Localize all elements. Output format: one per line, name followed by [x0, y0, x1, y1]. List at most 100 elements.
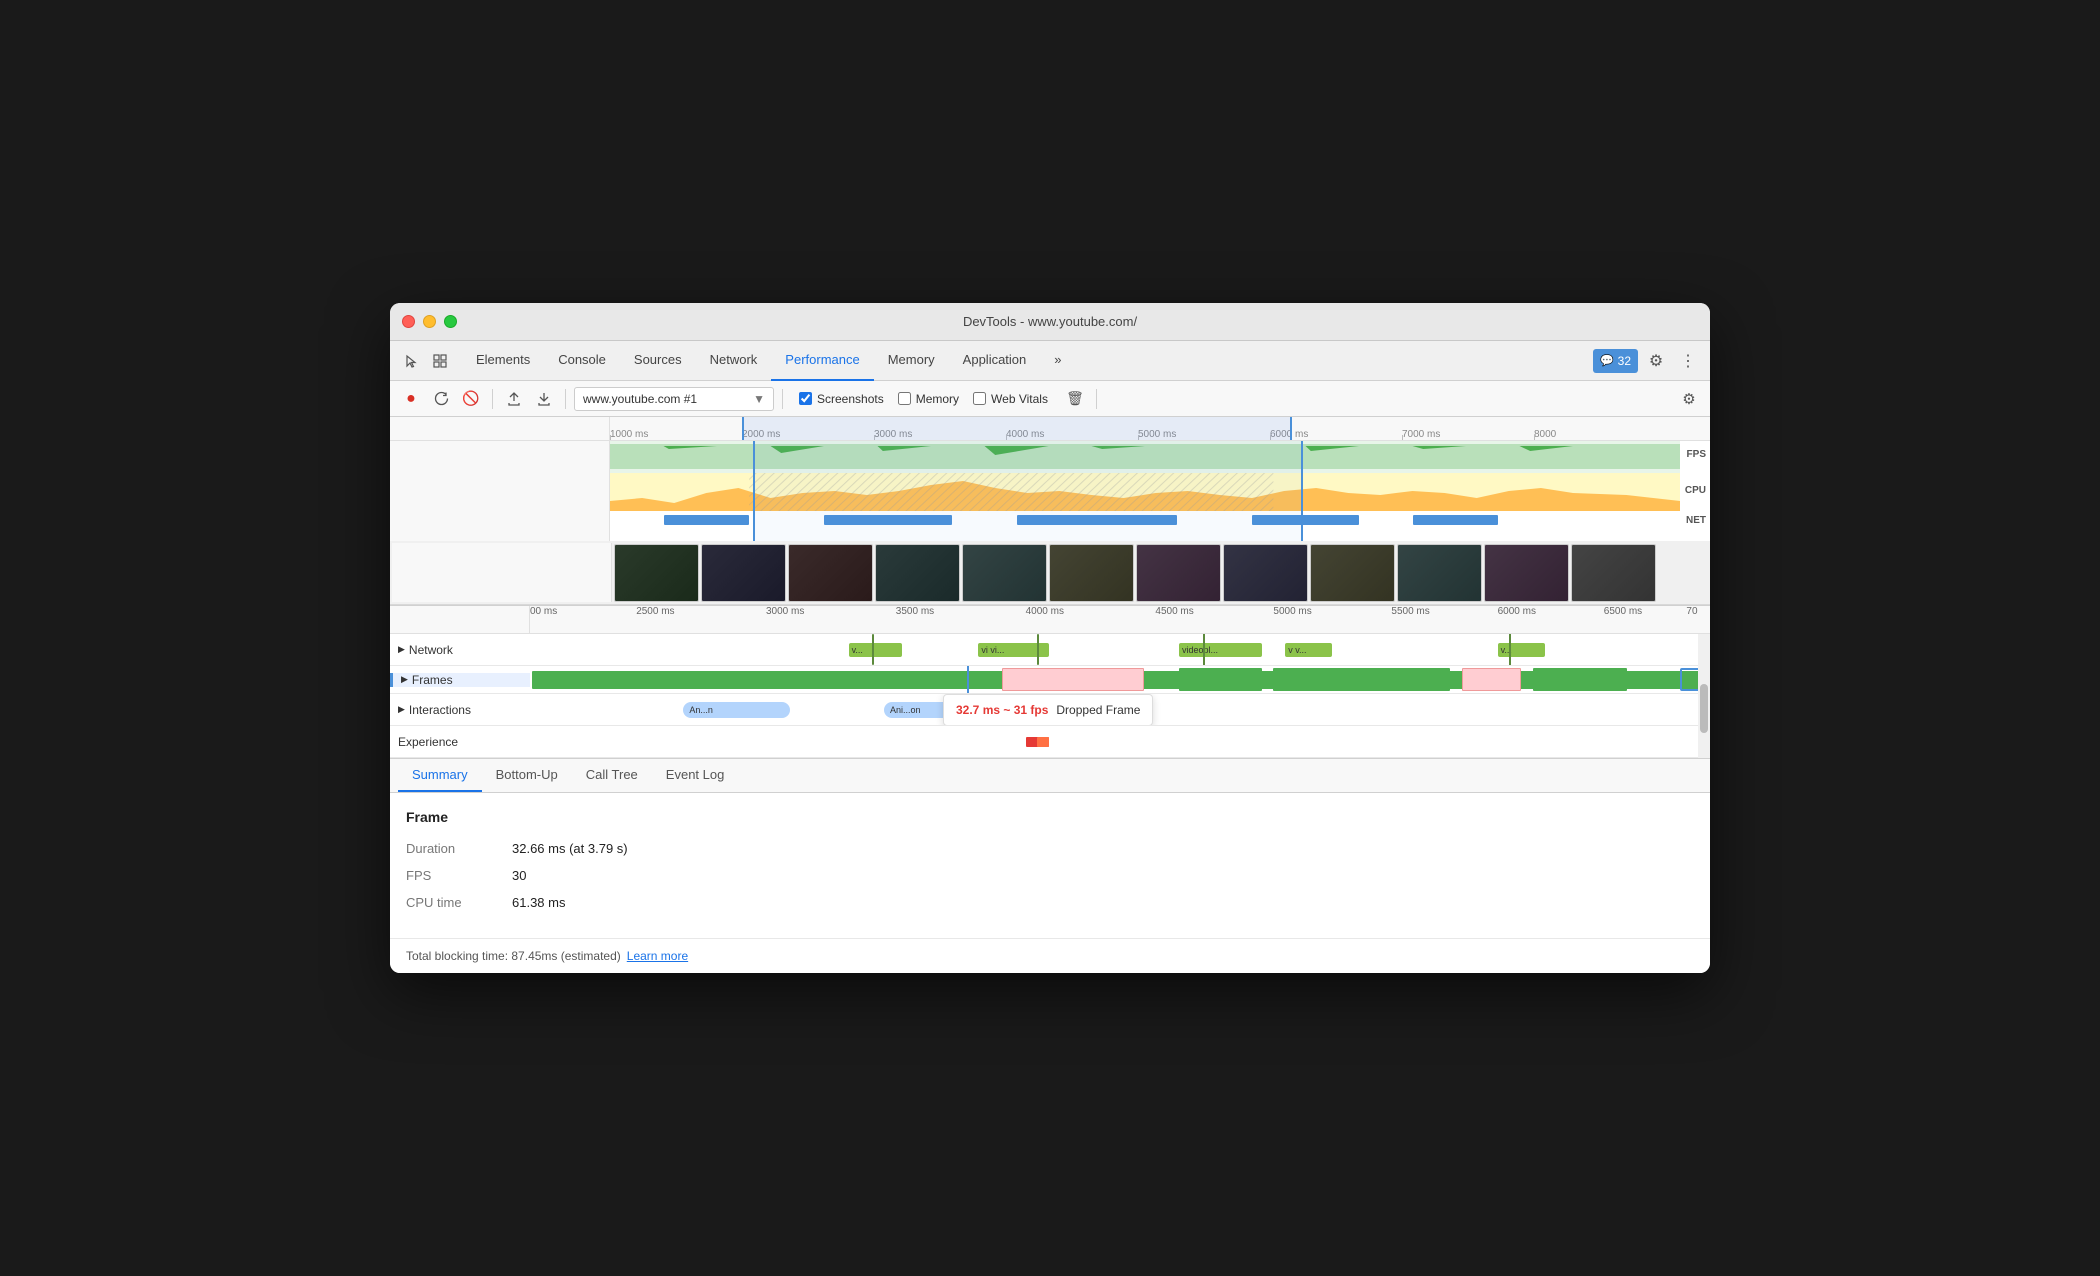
screenshot-3[interactable]	[788, 544, 873, 602]
minimize-button[interactable]	[423, 315, 436, 328]
net-event-4[interactable]: v v...	[1285, 643, 1332, 657]
d-tick-0: 00 ms	[530, 606, 557, 617]
tab-application[interactable]: Application	[949, 341, 1041, 381]
screenshot-2[interactable]	[701, 544, 786, 602]
blocking-time-text: Total blocking time: 87.45ms (estimated)	[406, 949, 621, 963]
net-event-3[interactable]: videopl...	[1179, 643, 1262, 657]
inspect-icon[interactable]	[426, 347, 454, 375]
duration-value: 32.66 ms (at 3.79 s)	[512, 841, 628, 856]
interactions-label: Interactions	[409, 703, 471, 717]
frame-green-4[interactable]	[1533, 668, 1627, 691]
devtools-settings-button[interactable]: ⚙	[1642, 347, 1670, 375]
web-vitals-input[interactable]	[973, 392, 986, 405]
frame-green-3[interactable]	[1273, 668, 1450, 691]
screenshot-7[interactable]	[1136, 544, 1221, 602]
screenshot-11[interactable]	[1484, 544, 1569, 602]
timeline-ruler-top: 1000 ms 2000 ms 3000 ms 4000 ms 5000 ms …	[390, 417, 1710, 441]
screenshot-8[interactable]	[1223, 544, 1308, 602]
cpu-label: CPU time	[406, 895, 496, 910]
cursor-icon[interactable]	[398, 347, 426, 375]
net-event-1[interactable]: v...	[849, 643, 902, 657]
reload-record-button[interactable]	[428, 386, 454, 412]
bottom-tab-bar: Summary Bottom-Up Call Tree Event Log	[390, 759, 1710, 793]
tab-call-tree[interactable]: Call Tree	[572, 759, 652, 792]
stat-fps: FPS 30	[406, 868, 1694, 883]
badge-count: 32	[1618, 354, 1631, 368]
delete-recording-button[interactable]: 🗑	[1062, 386, 1088, 412]
tab-elements[interactable]: Elements	[462, 341, 544, 381]
net-marker-1	[872, 634, 874, 665]
frames-row-label[interactable]: ▶ Frames	[390, 673, 530, 687]
screenshot-4[interactable]	[875, 544, 960, 602]
screenshot-1[interactable]	[614, 544, 699, 602]
tabs-right-area: 💬 32 ⚙ ⋮	[1593, 347, 1702, 375]
frame-section-title: Frame	[406, 809, 1694, 825]
web-vitals-label: Web Vitals	[991, 392, 1048, 406]
screenshots-input[interactable]	[799, 392, 812, 405]
experience-row-content[interactable]	[530, 726, 1710, 757]
url-selector[interactable]: www.youtube.com #1 ▼	[574, 387, 774, 411]
fps-value: 30	[512, 868, 526, 883]
tab-network[interactable]: Network	[696, 341, 772, 381]
tab-console[interactable]: Console	[544, 341, 620, 381]
tab-performance[interactable]: Performance	[771, 341, 873, 381]
network-row: ▶ Network v... vi vi... videopl... v v..…	[390, 634, 1710, 666]
maximize-button[interactable]	[444, 315, 457, 328]
screenshot-9[interactable]	[1310, 544, 1395, 602]
clear-recording-button[interactable]: 🚫	[458, 386, 484, 412]
window-title: DevTools - www.youtube.com/	[963, 314, 1137, 329]
interaction-1[interactable]: An...n	[683, 702, 789, 718]
tab-event-log[interactable]: Event Log	[652, 759, 739, 792]
screenshot-6[interactable]	[1049, 544, 1134, 602]
tab-summary[interactable]: Summary	[398, 759, 482, 792]
record-button[interactable]: ●	[398, 386, 424, 412]
interactions-row-label[interactable]: ▶ Interactions	[390, 703, 530, 717]
tab-more[interactable]: »	[1040, 341, 1075, 381]
frames-row-content[interactable]	[530, 666, 1710, 693]
network-row-label[interactable]: ▶ Network	[390, 643, 530, 657]
screenshot-5[interactable]	[962, 544, 1047, 602]
dropped-frame-block[interactable]	[1002, 668, 1144, 691]
network-row-content[interactable]: v... vi vi... videopl... v v... v...	[530, 634, 1710, 665]
tab-bottom-up[interactable]: Bottom-Up	[482, 759, 572, 792]
toolbar-right: ⚙	[1676, 386, 1702, 412]
download-button[interactable]	[531, 386, 557, 412]
screenshot-12[interactable]	[1571, 544, 1656, 602]
scrollbar-thumb[interactable]	[1700, 684, 1708, 734]
memory-input[interactable]	[898, 392, 911, 405]
cpu-value: 61.38 ms	[512, 895, 565, 910]
interactions-row: ▶ Interactions An...n Ani...on 32.7 ms ~…	[390, 694, 1710, 726]
separator-2	[565, 389, 566, 409]
stat-cpu: CPU time 61.38 ms	[406, 895, 1694, 910]
d-tick-3000: 3000 ms	[766, 606, 804, 617]
toolbar-settings-button[interactable]: ⚙	[1676, 386, 1702, 412]
timeline-overview: 1000 ms 2000 ms 3000 ms 4000 ms 5000 ms …	[390, 417, 1710, 606]
console-badge[interactable]: 💬 32	[1593, 349, 1638, 373]
net-marker-3	[1203, 634, 1205, 665]
frame-dropped-2[interactable]	[1462, 668, 1521, 691]
learn-more-link[interactable]: Learn more	[627, 949, 688, 963]
timeline-charts-area[interactable]: FPS CPU NET	[390, 441, 1710, 541]
tooltip-label-text: Dropped Frame	[1056, 703, 1140, 717]
selection-range[interactable]	[742, 417, 1292, 440]
web-vitals-checkbox[interactable]: Web Vitals	[973, 392, 1048, 406]
separator-4	[1096, 389, 1097, 409]
screenshots-checkbox[interactable]: Screenshots	[799, 392, 884, 406]
overview-selection[interactable]	[753, 441, 1303, 541]
tick-8000: 8000	[1534, 429, 1556, 440]
memory-checkbox[interactable]: Memory	[898, 392, 959, 406]
upload-button[interactable]	[501, 386, 527, 412]
close-button[interactable]	[402, 315, 415, 328]
net-marker-4	[1509, 634, 1511, 665]
screenshot-10[interactable]	[1397, 544, 1482, 602]
frame-green-2[interactable]	[1179, 668, 1262, 691]
screenshots-label: Screenshots	[817, 392, 884, 406]
title-bar: DevTools - www.youtube.com/	[390, 303, 1710, 341]
interactions-row-content[interactable]: An...n Ani...on 32.7 ms ~ 31 fps Dropped…	[530, 694, 1710, 725]
devtools-more-button[interactable]: ⋮	[1674, 347, 1702, 375]
tab-memory[interactable]: Memory	[874, 341, 949, 381]
net-event-5[interactable]: v...	[1498, 643, 1545, 657]
tab-sources[interactable]: Sources	[620, 341, 696, 381]
net-block-5	[1413, 515, 1499, 525]
timeline-scrollbar[interactable]	[1698, 634, 1710, 758]
